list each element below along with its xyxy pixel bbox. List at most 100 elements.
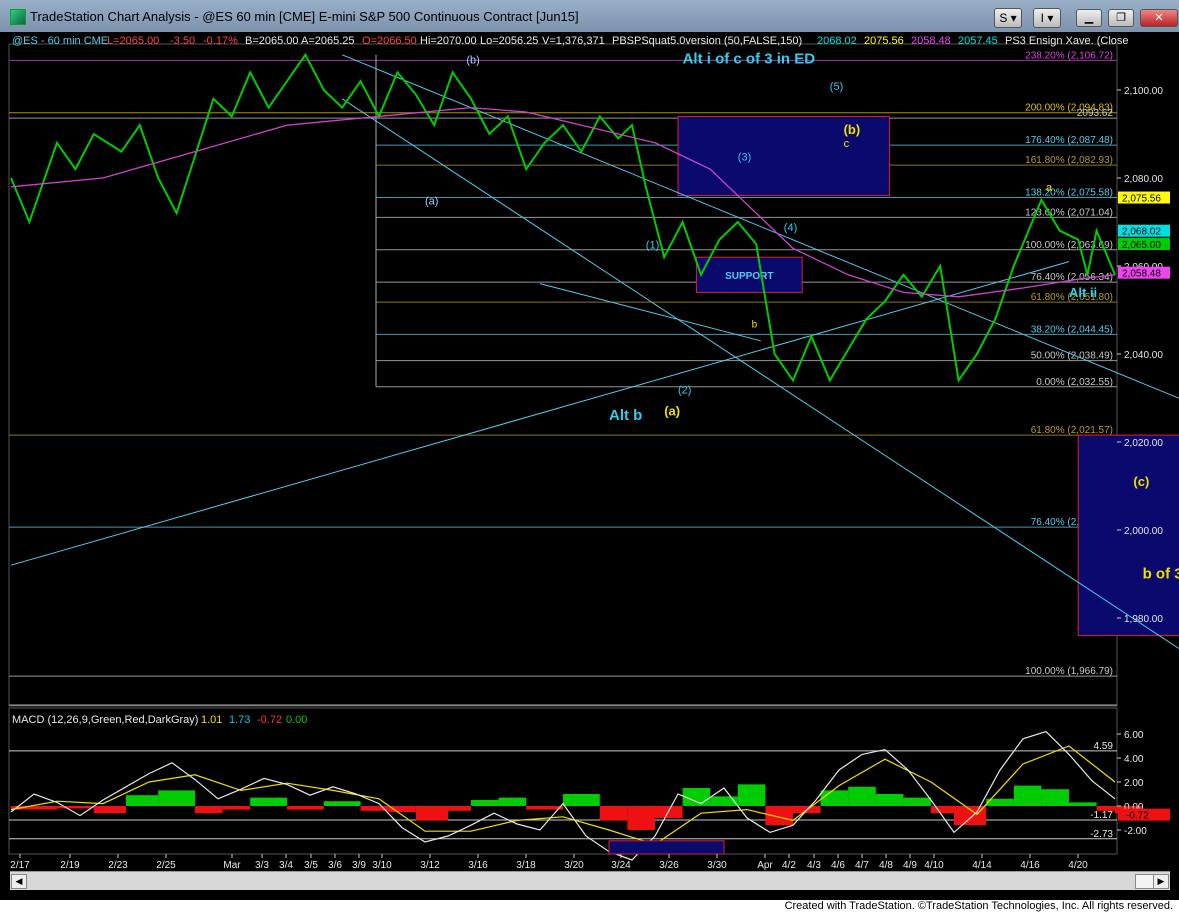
horizontal-scrollbar[interactable]: ◀ ▶: [10, 871, 1170, 890]
low-price: Lo=2056.25: [480, 35, 538, 47]
price-tag-label: 2,075.56: [1122, 194, 1161, 205]
open-price: O=2066.50: [362, 35, 417, 47]
date-tick-label: 3/20: [564, 860, 584, 870]
ask-price: A=2065.25: [301, 35, 355, 47]
date-axis[interactable]: 2/17 2/19 2/23 2/25 Mar 3/3 3/4 3/5 3/6 3/9 3/10 3/…: [10, 854, 1088, 871]
date-tick-label: 3/3: [255, 860, 269, 870]
date-tick-label: 4/2: [782, 860, 796, 870]
macd-histogram-bar: [1041, 789, 1069, 806]
date-tick-label: 2/17: [10, 860, 30, 870]
wave-label: (4): [784, 222, 797, 234]
price-tick-label: 2,020.00: [1124, 438, 1163, 449]
fib-label: 61.80% (2,021.57): [1031, 425, 1113, 436]
wave-label: (3): [738, 151, 751, 163]
symbol-label: @ES - 60 min CME: [12, 35, 108, 47]
date-tick-label: Apr: [757, 860, 773, 870]
macd-title: MACD (12,26,9,Green,Red,DarkGray): [12, 714, 198, 726]
macd-tick-label: -2.00: [1124, 826, 1147, 837]
macd-histogram-bar: [875, 794, 904, 806]
fib-label: 138.20% (2,075.58): [1025, 187, 1113, 198]
date-tick-label: 3/4: [279, 860, 293, 870]
wave-label: Alt i of c of 3 in ED: [683, 51, 816, 68]
macd-box: [608, 840, 725, 855]
price-tag-label: 2,065.00: [1122, 240, 1161, 251]
i-menu-button[interactable]: I ▾: [1033, 8, 1061, 28]
macd-histogram-bar: [250, 797, 287, 806]
macd-histogram-bar: [737, 784, 766, 806]
copyright-text: Created with TradeStation. ©TradeStation…: [784, 900, 1173, 912]
footer: Created with TradeStation. ©TradeStation…: [0, 900, 1179, 914]
fib-label: 76.40% (2,056.34): [1031, 272, 1113, 283]
macd-histogram-bar: [498, 797, 527, 806]
s-menu-button[interactable]: S ▾: [994, 8, 1022, 28]
date-tick-label: 3/9: [352, 860, 366, 870]
date-tick-label: 4/16: [1020, 860, 1040, 870]
macd-ref-label: -2.73: [1090, 829, 1113, 840]
wave-label: c: [844, 138, 850, 150]
s-menu-label: S: [999, 11, 1008, 25]
wave-label: b: [752, 320, 758, 331]
bid-price: B=2065.00: [245, 35, 299, 47]
price-tick-label: 2,080.00: [1124, 174, 1163, 185]
macd-legend-value-4: 0.00: [286, 714, 307, 726]
macd-histogram-bar: [903, 797, 931, 806]
title-bar: TradeStation Chart Analysis - @ES 60 min…: [0, 0, 1179, 33]
chart-svg[interactable]: 238.20% (2,106.72)200.00% (2,094.83)2093…: [0, 32, 1179, 871]
macd-histogram-bar: [848, 786, 876, 806]
scroll-left-icon[interactable]: ◀: [11, 874, 27, 889]
fib-label: 238.20% (2,106.72): [1025, 50, 1113, 61]
macd-tick-label: 4.00: [1124, 754, 1144, 765]
macd-histogram-bar: [1069, 802, 1097, 806]
indicator-value-3: 2058.48: [911, 35, 951, 47]
date-tick-label: 3/24: [611, 860, 631, 870]
date-tick-label: 3/18: [516, 860, 536, 870]
date-tick-label: 4/6: [831, 860, 845, 870]
restore-icon[interactable]: ❐: [1108, 9, 1134, 27]
wave-label: (c): [1133, 474, 1149, 489]
macd-histogram-bar: [1096, 806, 1115, 811]
indicator-name: PBSPSquat5.0version (50,FALSE,150): [612, 35, 802, 47]
chart-window[interactable]: 238.20% (2,106.72) 200.00% (2,094.83) 2093…: [0, 32, 1179, 900]
wave-label: Alt ii: [1069, 285, 1097, 300]
fib-label: 100.00% (1,966.79): [1025, 666, 1113, 677]
fib-label: 161.80% (2,082.93): [1025, 155, 1113, 166]
date-tick-label: 4/3: [807, 860, 821, 870]
macd-histogram-bar: [471, 800, 499, 806]
date-tick-label: 3/12: [420, 860, 440, 870]
wave-label: b of 3 in ED: [1143, 565, 1179, 582]
scroll-right-icon[interactable]: ▶: [1153, 874, 1169, 889]
wave-label: (b): [466, 55, 479, 67]
macd-histogram-bar: [195, 806, 223, 814]
minimize-icon[interactable]: ▁: [1076, 9, 1102, 27]
price-tag-label: 2,058.48: [1122, 269, 1161, 280]
date-tick-label: Mar: [223, 860, 241, 870]
macd-tick-label: 2.00: [1124, 778, 1144, 789]
macd-histogram-bar: [448, 806, 471, 811]
macd-histogram-bar: [93, 806, 126, 814]
wave-label: (2): [678, 385, 691, 397]
wave-label: (5): [830, 81, 843, 93]
macd-legend-value-2: 1.73: [229, 714, 250, 726]
close-icon[interactable]: ✕: [1140, 9, 1178, 27]
macd-histogram-bar: [57, 806, 94, 809]
price-tick-label: 2,000.00: [1124, 526, 1163, 537]
header-legend: @ES - 60 min CME L=2065.00 -3.50 -0.17% …: [12, 35, 1129, 47]
price-tag-label: 2,068.02: [1122, 227, 1161, 238]
date-tick-label: 4/10: [924, 860, 944, 870]
fib-label: 2093.62: [1077, 108, 1114, 119]
wave-label: (b): [844, 122, 861, 137]
date-tick-label: 4/14: [972, 860, 992, 870]
scroll-thumb[interactable]: [1135, 874, 1155, 889]
macd-histogram-bar: [388, 806, 416, 812]
macd-ref-label: 4.59: [1094, 741, 1114, 752]
macd-histogram-bar: [765, 806, 793, 826]
indicator-value-2: 2075.56: [864, 35, 904, 47]
macd-ref-label: -1.17: [1090, 810, 1113, 821]
date-tick-label: 4/9: [903, 860, 917, 870]
date-tick-label: 3/6: [328, 860, 342, 870]
box-label: SUPPORT: [725, 271, 773, 282]
fib-label: 0.00% (2,032.55): [1036, 377, 1113, 388]
price-tick-label: 2,040.00: [1124, 350, 1163, 361]
macd-histogram-bar: [158, 790, 195, 806]
indicator-value-1: 2068.02: [817, 35, 857, 47]
